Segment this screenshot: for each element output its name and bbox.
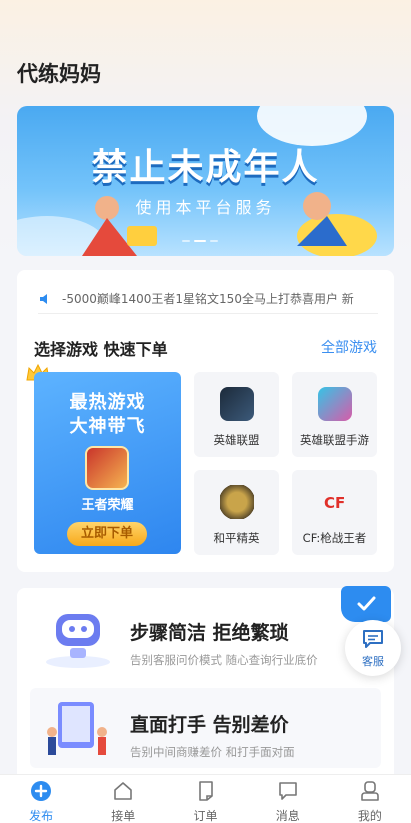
chat-bubble-icon xyxy=(363,630,383,648)
game-tile-lol-mobile[interactable]: 英雄联盟手游 xyxy=(292,372,377,457)
crossfire-icon: CF xyxy=(318,485,352,519)
tab-label: 发布 xyxy=(29,809,54,823)
bottom-tab-bar: 发布 接单 订单 消息 我的 xyxy=(0,774,411,823)
promo-card[interactable]: 最热游戏 大神带飞 王者荣耀 立即下单 xyxy=(34,372,181,554)
honor-of-kings-avatar xyxy=(85,446,129,490)
feature-subtitle: 告别客服问价模式 随心查询行业底价 xyxy=(130,653,318,667)
feature-item: 步骤简洁 拒绝繁琐 告别客服问价模式 随心查询行业底价 xyxy=(30,596,381,676)
all-games-link[interactable]: 全部游戏 xyxy=(321,337,377,357)
lol-wild-rift-icon xyxy=(318,387,352,421)
game-label: 英雄联盟手游 xyxy=(300,433,369,447)
customer-service-button[interactable]: 客服 xyxy=(345,620,401,676)
game-label: 英雄联盟 xyxy=(213,433,260,447)
game-tile-peace-elite[interactable]: 和平精英 xyxy=(194,470,279,555)
pagination-dot xyxy=(210,240,218,242)
robot-illustration-icon xyxy=(46,614,110,668)
document-icon xyxy=(198,781,213,801)
tab-publish[interactable]: 发布 xyxy=(0,775,82,823)
tab-label: 消息 xyxy=(275,809,300,823)
feature-title: 步骤简洁 拒绝繁琐 xyxy=(130,622,289,644)
promo-line-2: 大神带飞 xyxy=(69,416,146,437)
page-title: 代练妈妈 xyxy=(17,62,101,86)
game-label: CF:枪战王者 xyxy=(302,531,367,545)
tab-label: 我的 xyxy=(357,809,382,823)
tab-profile[interactable]: 我的 xyxy=(329,775,411,823)
pagination-dot xyxy=(194,240,206,242)
svg-text:CF: CF xyxy=(324,494,345,512)
order-now-button[interactable]: 立即下单 xyxy=(67,522,147,546)
tab-messages[interactable]: 消息 xyxy=(247,775,329,823)
feature-title: 直面打手 告别差价 xyxy=(130,714,289,736)
tab-label: 订单 xyxy=(193,809,218,823)
game-tile-crossfire[interactable]: CF CF:枪战王者 xyxy=(292,470,377,555)
pagination-dot xyxy=(182,240,190,242)
tab-label: 接单 xyxy=(111,809,136,823)
plus-circle-icon xyxy=(31,781,52,801)
games-card: -5000巅峰1400王者1星铭文150全马上打恭喜用户 新 选择游戏 快速下单… xyxy=(17,270,394,572)
section-title: 选择游戏 快速下单 xyxy=(34,340,168,359)
league-of-legends-icon xyxy=(220,387,254,421)
message-icon xyxy=(278,782,297,800)
banner-title: 禁止未成年人 xyxy=(91,147,320,188)
promo-line-1: 最热游戏 xyxy=(69,392,146,413)
banner-subtitle: 使用本平台服务 xyxy=(135,198,276,217)
speaker-icon xyxy=(40,293,47,304)
tab-orders[interactable]: 订单 xyxy=(164,775,246,823)
checkmark-icon xyxy=(357,596,376,611)
feature-item: 直面打手 告别差价 告别中间商赚差价 和打手面对面 xyxy=(30,688,381,768)
people-illustration-icon xyxy=(47,702,107,755)
notice-bar[interactable]: -5000巅峰1400王者1星铭文150全马上打恭喜用户 新 xyxy=(38,284,378,314)
features-card: 步骤简洁 拒绝繁琐 告别客服问价模式 随心查询行业底价 直面打手 告别差价 告别… xyxy=(17,588,394,788)
tab-accept-order[interactable]: 接单 xyxy=(82,775,164,823)
user-icon xyxy=(361,781,379,801)
game-tile-lol[interactable]: 英雄联盟 xyxy=(194,372,279,457)
notice-text: -5000巅峰1400王者1星铭文150全马上打恭喜用户 新 xyxy=(62,292,354,306)
home-icon xyxy=(114,782,133,800)
banner[interactable]: 禁止未成年人 使用本平台服务 xyxy=(17,106,394,256)
service-label: 客服 xyxy=(362,655,384,668)
check-badge xyxy=(341,586,391,622)
promo-game-name: 王者荣耀 xyxy=(81,498,134,513)
banner-pagination xyxy=(182,240,218,242)
feature-subtitle: 告别中间商赚差价 和打手面对面 xyxy=(130,745,295,759)
game-label: 和平精英 xyxy=(213,531,260,545)
peace-elite-icon xyxy=(220,485,254,519)
